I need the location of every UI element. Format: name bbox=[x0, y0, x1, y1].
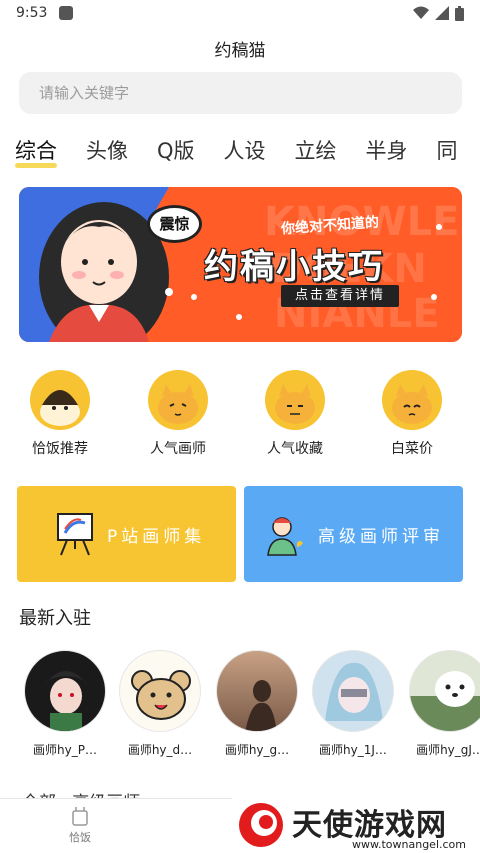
artist-card[interactable]: 画师hy_d… bbox=[115, 650, 205, 758]
category-tabs: 综合 头像 Q版 人设 立绘 半身 同 bbox=[15, 136, 480, 176]
avatar bbox=[119, 650, 201, 732]
status-bar: 9:53 bbox=[0, 0, 480, 26]
watermark-logo bbox=[239, 803, 283, 847]
category-shortcuts: 恰饭推荐 人气画师 人气收藏 白菜价 bbox=[0, 370, 480, 465]
tab-general[interactable]: 综合 bbox=[15, 136, 57, 170]
nav-home[interactable]: 恰饭 bbox=[58, 805, 102, 845]
reviewer-icon bbox=[267, 517, 303, 556]
shortcut-label: 恰饭推荐 bbox=[32, 441, 88, 457]
banner-shock-bubble: 震惊 bbox=[147, 205, 202, 243]
artist-card[interactable]: 画师hy_P… bbox=[20, 650, 110, 758]
search-input[interactable] bbox=[39, 84, 462, 102]
search-bar[interactable] bbox=[19, 72, 462, 114]
pixiv-artists-card[interactable]: P站画师集 bbox=[17, 486, 236, 582]
shortcut-label: 白菜价 bbox=[391, 441, 433, 457]
tab-avatar[interactable]: 头像 bbox=[86, 136, 128, 170]
notification-app-icon bbox=[59, 6, 74, 20]
senior-review-label: 高级画师评审 bbox=[318, 526, 444, 547]
artist-name: 画师hy_d… bbox=[127, 743, 193, 757]
bottom-nav: 恰饭 bbox=[0, 798, 232, 853]
cat-face-icon bbox=[148, 370, 208, 430]
watermark-url: www.townangel.com bbox=[352, 838, 466, 851]
cat-face-icon bbox=[265, 370, 325, 430]
senior-review-card[interactable]: 高级画师评审 bbox=[244, 486, 463, 582]
shortcut-budget[interactable]: 白菜价 bbox=[367, 370, 457, 458]
tab-chibi[interactable]: Q版 bbox=[157, 136, 195, 170]
artist-card[interactable]: 画师hy_gJ… bbox=[405, 650, 480, 758]
tab-standing-art[interactable]: 立绘 bbox=[295, 136, 337, 170]
cat-face-icon bbox=[30, 370, 90, 430]
shortcut-popular-collections[interactable]: 人气收藏 bbox=[250, 370, 340, 458]
avatar bbox=[216, 650, 298, 732]
shortcut-label: 人气收藏 bbox=[267, 441, 323, 457]
pixiv-artists-label: P站画师集 bbox=[107, 526, 206, 547]
new-arrivals-title: 最新入驻 bbox=[19, 608, 91, 629]
avatar bbox=[409, 650, 480, 732]
nav-home-label: 恰饭 bbox=[69, 831, 91, 844]
watermark: 天使游戏网 www.townangel.com bbox=[232, 798, 480, 853]
shortcut-popular-artists[interactable]: 人气画师 bbox=[133, 370, 223, 458]
cat-face-icon bbox=[382, 370, 442, 430]
artist-name: 画师hy_g… bbox=[224, 743, 290, 757]
artist-name: 画师hy_1J… bbox=[319, 743, 387, 757]
tab-character-design[interactable]: 人设 bbox=[224, 136, 266, 170]
artist-name: 画师hy_P… bbox=[33, 743, 97, 757]
tab-fan-art[interactable]: 同 bbox=[437, 136, 458, 170]
shortcut-recommend[interactable]: 恰饭推荐 bbox=[15, 370, 105, 458]
promo-banner[interactable]: KNOWLE DGEKN NIANLE 震惊 你绝对不知道的 约稿小技巧 点击查… bbox=[19, 187, 462, 342]
artist-name: 画师hy_gJ… bbox=[416, 743, 480, 757]
new-artists-list: 画师hy_P… 画师hy_d… 画师hy_g… 画师hy_1J… 画师hy_gJ… bbox=[0, 650, 480, 770]
shortcut-label: 人气画师 bbox=[150, 441, 206, 457]
battery-icon bbox=[455, 5, 464, 21]
avatar bbox=[312, 650, 394, 732]
tab-half-body[interactable]: 半身 bbox=[366, 136, 408, 170]
banner-title: 约稿小技巧 bbox=[204, 247, 384, 287]
artist-card[interactable]: 画师hy_g… bbox=[212, 650, 302, 758]
wifi-icon bbox=[413, 6, 429, 19]
avatar bbox=[24, 650, 106, 732]
easel-icon bbox=[57, 513, 93, 556]
page-title: 约稿猫 bbox=[214, 41, 266, 61]
banner-detail-button[interactable]: 点击查看详情 bbox=[281, 285, 399, 307]
status-time: 9:53 bbox=[16, 5, 48, 21]
signal-icon bbox=[435, 6, 449, 20]
bowl-icon bbox=[72, 807, 88, 826]
status-icons bbox=[413, 5, 464, 21]
artist-card[interactable]: 画师hy_1J… bbox=[308, 650, 398, 758]
